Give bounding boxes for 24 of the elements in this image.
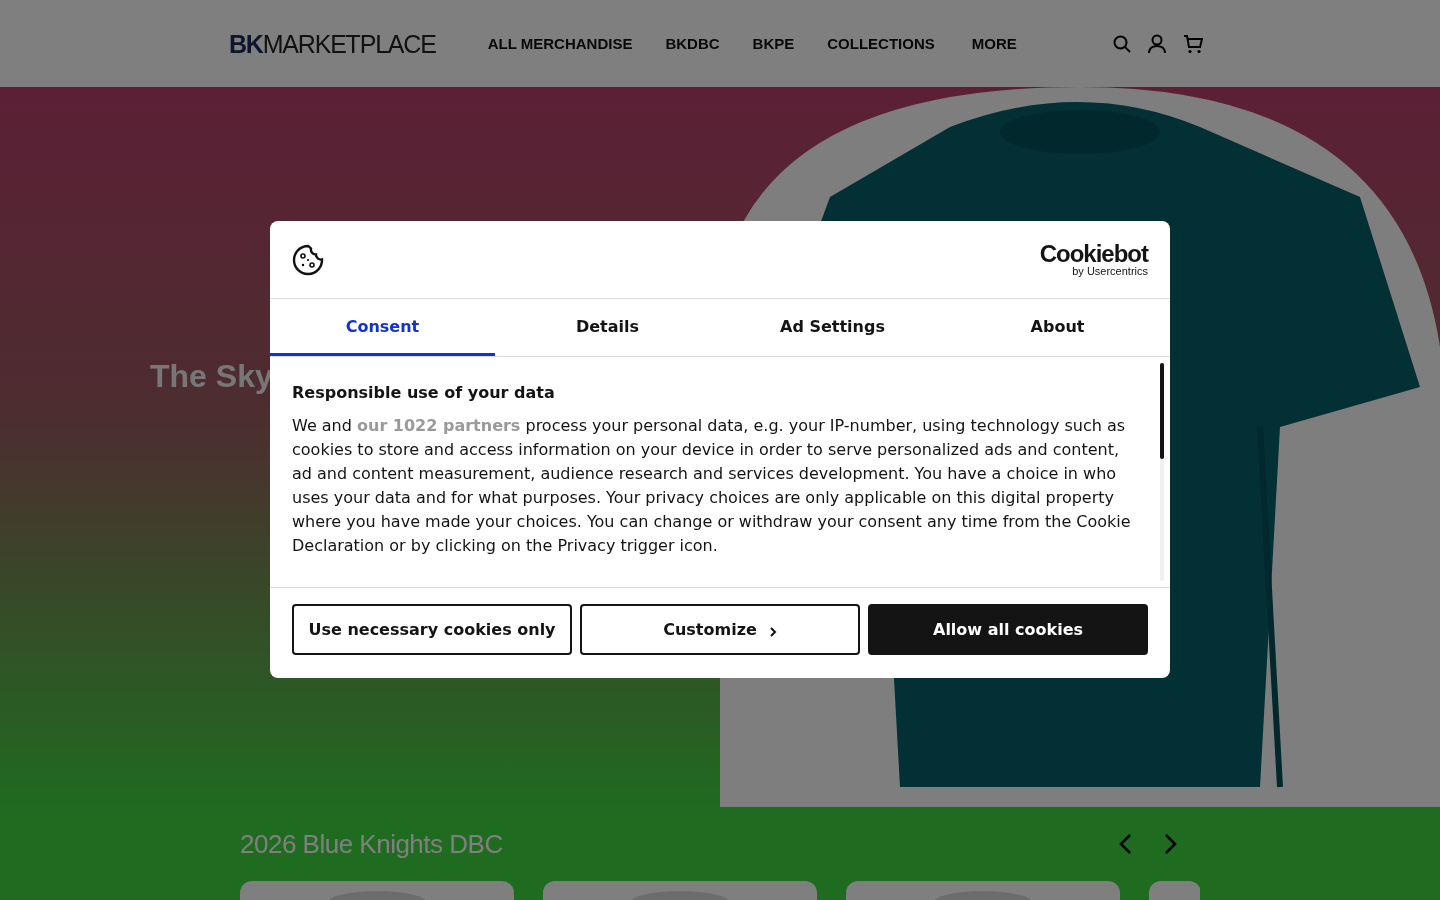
cart-icon[interactable] <box>1183 33 1203 54</box>
allow-all-button[interactable]: Allow all cookies <box>868 604 1148 655</box>
dialog-tab[interactable]: Consent <box>270 299 495 356</box>
section-title: 2026 Blue Knights DBC <box>240 828 503 860</box>
nav-link[interactable]: COLLECTIONS <box>827 35 935 52</box>
dialog-tab[interactable]: About <box>945 299 1170 356</box>
search-icon[interactable] <box>1113 34 1131 53</box>
nav-link[interactable]: BKPE <box>752 35 795 52</box>
consent-paragraph: We and our 1022 partners process your personal data, e.g. your IP-number, using technology such as cookies to store and access information on your device in order to serve personalized ads and content, ad and content measurement, audience research and services development. You have a choice in who uses your data and for what purposes. Your privacy choices are only applicable on this digital property where you have made your choices. You can change or withdraw your consent any time from the Cookie Declaration or by clicking on the Privacy trigger icon. <box>292 415 1132 557</box>
necessary-only-button[interactable]: Use necessary cookies only <box>292 604 572 655</box>
user-icon[interactable] <box>1148 33 1166 54</box>
dialog-heading: Responsible use of your data <box>292 383 556 402</box>
hero-title: The Sky <box>150 358 273 395</box>
scrollbar[interactable] <box>1160 363 1164 581</box>
nav-link[interactable]: MORE <box>971 35 1017 52</box>
cookiebot-logo: Cookiebot by Usercentrics <box>1039 242 1148 277</box>
cookie-icon <box>292 243 324 276</box>
chevron-icon <box>768 625 777 638</box>
nav-link[interactable]: BKDBC <box>665 35 720 52</box>
customize-button[interactable]: Customize <box>580 604 860 655</box>
nav-link[interactable]: ALL MERCHANDISE <box>487 35 633 52</box>
site-logo[interactable]: BKMARKETPLACE <box>229 28 436 59</box>
dialog-tab[interactable]: Details <box>495 299 720 356</box>
dialog-tab[interactable]: Ad Settings <box>720 299 945 356</box>
